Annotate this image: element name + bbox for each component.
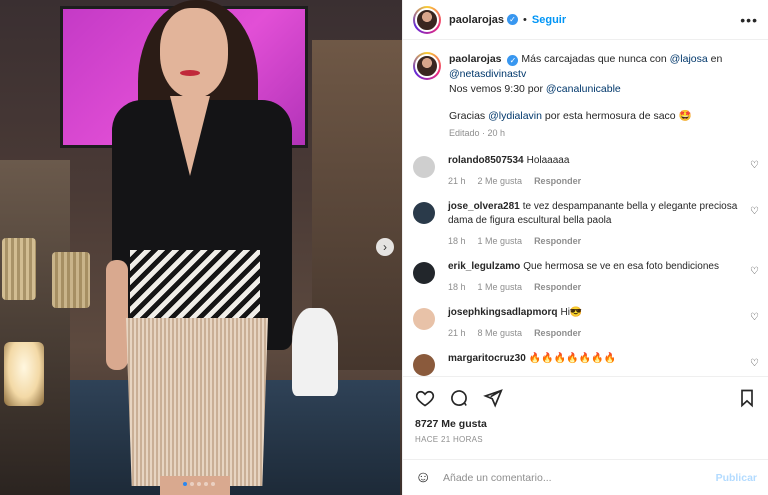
post-header: paolarojas ✓ • Seguir ••• [403, 0, 768, 40]
caption-text: por esta hermosura de saco 🤩 [544, 110, 692, 122]
chevron-right-icon[interactable]: › [376, 238, 394, 256]
likes-count[interactable]: 8727 Me gusta [415, 418, 757, 430]
comment-likes[interactable]: 1 Me gusta [478, 234, 523, 248]
heart-icon[interactable]: ♡ [750, 160, 759, 171]
comment-likes[interactable]: 8 Me gusta [478, 326, 523, 340]
avatar[interactable] [413, 156, 435, 178]
heart-icon[interactable]: ♡ [750, 358, 759, 369]
post-caption: paolarojas ✓ Más carcajadas que nunca co… [403, 40, 768, 147]
post-side-panel: paolarojas ✓ • Seguir ••• paolarojas ✓ M… [402, 0, 768, 495]
comment-input[interactable] [443, 471, 716, 484]
comment-username[interactable]: jose_olvera281 [448, 201, 520, 212]
carousel-dot [197, 482, 201, 486]
cat-figurine [292, 308, 338, 396]
comment-time[interactable]: 18 h [448, 234, 466, 248]
heart-icon[interactable]: ♡ [750, 206, 759, 217]
publish-button[interactable]: Publicar [716, 472, 757, 484]
basket-decoration [2, 238, 36, 300]
carousel-dot [190, 482, 194, 486]
instagram-post-viewer: › paolarojas ✓ • Seguir ••• paolarojas ✓ [0, 0, 768, 495]
caption-text: en [710, 53, 723, 65]
comment-icon[interactable] [449, 388, 469, 408]
list-item: jose_olvera281 te vez despampanante bella… [403, 194, 768, 254]
comment-time[interactable]: 18 h [448, 280, 466, 294]
avatar[interactable] [413, 52, 441, 80]
comment-text: Holaaaaa [526, 155, 570, 166]
comments-list[interactable]: rolando8507534 Holaaaaa 21 h 2 Me gusta R… [403, 148, 768, 376]
post-timestamp[interactable]: HACE 21 HORAS [415, 435, 757, 444]
post-actions: 8727 Me gusta HACE 21 HORAS [403, 376, 768, 444]
emoji-icon[interactable]: ☺ [415, 469, 435, 487]
caption-text: Gracias [449, 110, 486, 122]
reply-button[interactable]: Responder [534, 174, 581, 188]
comment-time[interactable]: 21 h [448, 326, 466, 340]
follow-button[interactable]: Seguir [532, 14, 566, 26]
verified-badge-icon: ✓ [507, 55, 519, 66]
carousel-dot-active [183, 482, 187, 486]
list-item: margaritocruz30 🔥🔥🔥🔥🔥🔥🔥 ♡ [403, 346, 768, 376]
carousel-dots [183, 482, 215, 486]
comment-time[interactable]: 21 h [448, 174, 466, 188]
person-face [160, 8, 228, 98]
post-photo[interactable]: › [0, 0, 402, 495]
comment-composer: ☺ Publicar [403, 459, 768, 495]
person-lips [180, 70, 200, 76]
list-item: rolando8507534 Holaaaaa 21 h 2 Me gusta R… [403, 148, 768, 194]
fringe-skirt [126, 318, 268, 486]
more-options-icon[interactable]: ••• [740, 12, 758, 28]
avatar[interactable] [413, 5, 441, 34]
comment-username[interactable]: rolando8507534 [448, 155, 524, 166]
header-separator: • [523, 13, 527, 26]
caption-text: Más carcajadas que nunca con [521, 53, 667, 65]
list-item: josephkingsadlapmorq Hi😎 21 h 8 Me gusta … [403, 300, 768, 346]
lamp-decoration [4, 342, 44, 406]
caption-body: paolarojas ✓ Más carcajadas que nunca co… [449, 52, 749, 141]
comment-username[interactable]: josephkingsadlapmorq [448, 307, 557, 318]
heart-icon[interactable]: ♡ [750, 312, 759, 323]
carousel-dot [211, 482, 215, 486]
heart-icon[interactable]: ♡ [750, 266, 759, 277]
mention-link[interactable]: @lajosa [670, 53, 708, 65]
avatar[interactable] [413, 202, 435, 224]
mention-link[interactable]: @lydialavin [488, 110, 542, 122]
comment-text: Hi😎 [560, 307, 583, 318]
comment-username[interactable]: margaritocruz30 [448, 353, 526, 364]
reply-button[interactable]: Responder [534, 234, 581, 248]
background-shelf-left [0, 160, 70, 495]
reply-button[interactable]: Responder [534, 280, 581, 294]
caption-text: Nos vemos 9:30 por [449, 83, 543, 95]
heart-icon[interactable] [415, 388, 435, 408]
reply-button[interactable]: Responder [534, 326, 581, 340]
comment-text: 🔥🔥🔥🔥🔥🔥🔥 [528, 353, 616, 364]
bookmark-icon[interactable] [737, 388, 757, 408]
verified-badge-icon: ✓ [507, 14, 519, 25]
avatar[interactable] [413, 308, 435, 330]
mention-link[interactable]: @netasdivinastv [449, 68, 526, 80]
author-username[interactable]: paolarojas [449, 14, 504, 26]
caption-meta: Editado · 20 h [449, 128, 506, 138]
list-item: erik_legulzamo Que hermosa se ve en esa f… [403, 254, 768, 300]
send-icon[interactable] [483, 388, 503, 408]
mention-link[interactable]: @canalunicable [546, 83, 621, 95]
comment-username[interactable]: erik_legulzamo [448, 261, 520, 272]
basket-decoration [52, 252, 90, 308]
avatar[interactable] [413, 354, 435, 376]
avatar[interactable] [413, 262, 435, 284]
woven-belt [130, 250, 260, 320]
comment-text: Que hermosa se ve en esa foto bendicione… [523, 261, 719, 272]
caption-username[interactable]: paolarojas [449, 53, 502, 65]
comment-likes[interactable]: 2 Me gusta [478, 174, 523, 188]
person-arm [106, 260, 128, 370]
comment-likes[interactable]: 1 Me gusta [478, 280, 523, 294]
carousel-dot [204, 482, 208, 486]
